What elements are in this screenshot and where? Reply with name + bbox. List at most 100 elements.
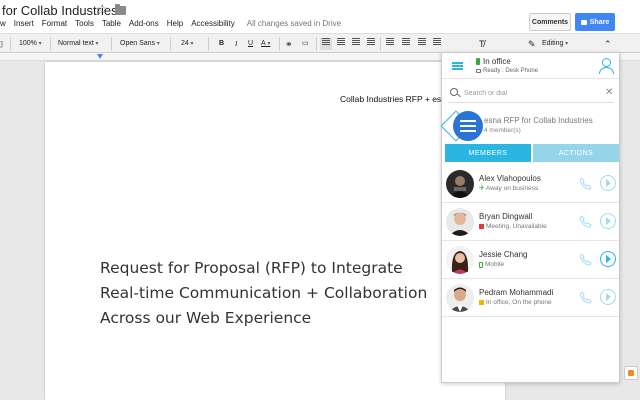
align-right-icon[interactable]: [352, 38, 360, 50]
chat-icon[interactable]: [600, 251, 616, 267]
italic-button[interactable]: I: [235, 38, 237, 50]
panel-header: In office Ready : Desk Phone: [442, 53, 619, 79]
menu-insert[interactable]: Insert: [14, 19, 34, 31]
contact-status: ✈ Away on business: [479, 185, 538, 192]
menu-format[interactable]: Format: [42, 19, 67, 31]
menu-add-ons[interactable]: Add-ons: [129, 19, 159, 31]
panel-tabs: MEMBERS ACTIONS: [445, 144, 619, 162]
toolbar-divider: [208, 37, 209, 51]
contact-status-label: Mobile: [485, 261, 505, 268]
contact-row[interactable]: Bryan Dingwall Meeting, Unavailable: [442, 203, 619, 241]
airplane-icon: ✈: [479, 185, 485, 192]
group-name: esna RFP for Collab Industries: [484, 116, 593, 125]
toolbar-divider: [10, 37, 11, 51]
avatar: [446, 284, 474, 312]
menu-view[interactable]: w: [0, 19, 6, 31]
chat-icon[interactable]: [600, 213, 616, 229]
chat-icon[interactable]: [600, 175, 616, 191]
presence-label: In office: [483, 57, 511, 66]
search-bar: ✕: [448, 86, 614, 103]
desk-phone-icon: [479, 300, 484, 305]
numbered-list-icon[interactable]: [402, 38, 410, 50]
presence-indicator: [476, 58, 480, 65]
profile-icon[interactable]: [598, 57, 614, 75]
phone-icon[interactable]: [579, 177, 592, 190]
toolbar-divider: [111, 37, 112, 51]
device-status: Ready : Desk Phone: [476, 68, 538, 74]
chat-icon[interactable]: [600, 289, 616, 305]
clear-formatting-icon[interactable]: T̸: [479, 38, 485, 50]
paint-format-icon[interactable]: ⌷: [0, 38, 3, 50]
indent-marker[interactable]: [97, 54, 103, 59]
lock-icon: [580, 19, 587, 25]
contact-row[interactable]: Jessie Chang Mobile: [442, 241, 619, 279]
zoom-select[interactable]: 100%: [19, 38, 42, 50]
comment-icon[interactable]: ▭: [302, 38, 309, 50]
meeting-icon: [479, 224, 484, 229]
menu-tools[interactable]: Tools: [75, 19, 94, 31]
menu-bar: w Insert Format Tools Table Add-ons Help…: [0, 19, 341, 31]
share-button[interactable]: Share: [575, 13, 615, 31]
group-header[interactable]: esna RFP for Collab Industries 4 member(…: [440, 109, 619, 143]
contact-name: Bryan Dingwall: [479, 212, 533, 221]
close-icon[interactable]: ✕: [605, 87, 613, 99]
menu-accessibility[interactable]: Accessibility: [191, 19, 235, 31]
contact-name: Jessie Chang: [479, 250, 528, 259]
phone-icon[interactable]: [579, 253, 592, 266]
search-input[interactable]: [464, 87, 594, 100]
extension-badge-icon[interactable]: [624, 366, 638, 380]
contact-status-label: Away on business: [486, 185, 539, 192]
toolbar-divider: [50, 37, 51, 51]
toolbar-divider: [279, 37, 280, 51]
font-select[interactable]: Open Sans: [120, 38, 160, 50]
bulleted-list-icon[interactable]: [418, 38, 426, 50]
document-header-text: Collab Industries RFP + esna: [340, 94, 451, 104]
contact-status: In office, On the phone: [479, 299, 552, 306]
group-document-icon: [453, 111, 483, 141]
text-color-button[interactable]: A: [261, 38, 270, 50]
justify-icon[interactable]: [367, 38, 375, 50]
style-select[interactable]: Normal text: [58, 38, 98, 50]
phone-icon[interactable]: [579, 215, 592, 228]
decrease-indent-icon[interactable]: [433, 38, 441, 50]
save-status[interactable]: All changes saved in Drive: [247, 19, 341, 31]
docs-header: for Collab Industries ☆ w Insert Format …: [0, 0, 640, 33]
font-size-select[interactable]: 24: [181, 38, 193, 50]
line-spacing-icon[interactable]: [386, 38, 394, 50]
toolbar-divider: [170, 37, 171, 51]
formatting-toolbar: ⌷ 100% Normal text Open Sans 24 B I U A …: [0, 33, 640, 53]
contact-status-label: Meeting, Unavailable: [486, 223, 547, 230]
menu-help[interactable]: Help: [167, 19, 183, 31]
phone-icon[interactable]: [579, 291, 592, 304]
menu-table[interactable]: Table: [102, 19, 121, 31]
contact-row[interactable]: Alex Vlahopoulos ✈ Away on business: [442, 165, 619, 203]
toolbar-divider: [316, 37, 317, 51]
toolbar-divider: [380, 37, 381, 51]
tab-actions[interactable]: ACTIONS: [533, 144, 619, 162]
device-status-label: Ready : Desk Phone: [483, 68, 539, 74]
contact-status-label: In office, On the phone: [486, 299, 552, 306]
desk-phone-icon: [476, 69, 481, 73]
star-icon[interactable]: ☆: [96, 1, 109, 18]
tab-members[interactable]: MEMBERS: [445, 144, 531, 162]
contact-row[interactable]: Pedram Mohammadi In office, On the phone: [442, 279, 619, 317]
communications-panel: In office Ready : Desk Phone ✕ esna RFP …: [440, 52, 620, 383]
link-icon[interactable]: ⚭: [285, 38, 293, 50]
hamburger-menu-icon[interactable]: [452, 62, 463, 70]
underline-button[interactable]: U: [248, 38, 253, 50]
presence-status[interactable]: In office: [476, 57, 511, 66]
avatar: [446, 246, 474, 274]
align-left-icon[interactable]: [320, 38, 332, 50]
collapse-icon[interactable]: ⌃: [604, 38, 612, 50]
editing-mode-select[interactable]: Editing: [542, 38, 568, 50]
contact-status: Mobile: [479, 261, 504, 268]
share-label: Share: [589, 18, 610, 26]
contact-name: Alex Vlahopoulos: [479, 174, 541, 183]
document-page[interactable]: Collab Industries RFP + esna Request for…: [45, 62, 505, 400]
group-member-count: 4 member(s): [484, 127, 521, 134]
folder-icon[interactable]: [115, 4, 126, 15]
comments-button[interactable]: Comments: [529, 13, 571, 31]
bold-button[interactable]: B: [219, 38, 224, 50]
pencil-icon[interactable]: ✎: [528, 38, 536, 50]
align-center-icon[interactable]: [337, 38, 345, 50]
